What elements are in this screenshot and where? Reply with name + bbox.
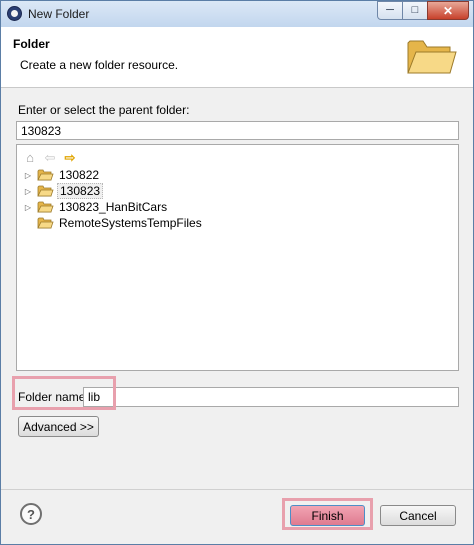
button-bar-separator <box>1 489 473 490</box>
minimize-button[interactable]: ─ <box>377 1 403 20</box>
forward-arrow-icon[interactable]: ⇨ <box>63 150 77 164</box>
maximize-button[interactable]: □ <box>402 1 428 20</box>
folder-tree[interactable]: ⌂ ⇦ ⇨ ▷ 130822 ▷ 130823 ▷ 130823_HanBitC… <box>16 144 459 371</box>
folder-icon <box>37 185 54 197</box>
new-folder-dialog: New Folder ─ □ ✕ Folder Create a new fol… <box>0 0 474 545</box>
tree-item-label: 130823 <box>57 183 104 199</box>
open-folder-icon <box>407 40 457 74</box>
tree-item-label: 130822 <box>59 168 100 182</box>
page-description: Create a new folder resource. <box>20 58 179 72</box>
help-icon[interactable]: ? <box>20 503 42 525</box>
tree-item-label: 130823_HanBitCars <box>59 200 168 214</box>
parent-folder-input[interactable] <box>16 121 459 140</box>
expand-arrow-icon[interactable]: ▷ <box>23 167 33 183</box>
folder-icon <box>37 169 54 181</box>
folder-name-label: Folder name: <box>18 390 89 404</box>
parent-folder-label: Enter or select the parent folder: <box>18 103 190 117</box>
expand-arrow-icon[interactable]: ▷ <box>23 183 33 199</box>
back-arrow-icon[interactable]: ⇦ <box>43 150 57 164</box>
wizard-header: Folder Create a new folder resource. <box>1 27 473 88</box>
cancel-button[interactable]: Cancel <box>380 505 456 526</box>
tree-item-remotesystemstempfiles[interactable]: ▷ RemoteSystemsTempFiles <box>23 215 204 231</box>
folder-icon <box>37 201 54 213</box>
title-bar: New Folder ─ □ ✕ <box>1 1 473 27</box>
tree-item-130823[interactable]: ▷ 130823 <box>23 183 104 199</box>
tree-item-label: RemoteSystemsTempFiles <box>59 216 202 230</box>
page-title: Folder <box>13 37 50 51</box>
expand-arrow-icon[interactable]: ▷ <box>23 199 33 215</box>
folder-name-input[interactable] <box>83 387 459 407</box>
close-button[interactable]: ✕ <box>427 1 469 20</box>
folder-icon <box>37 217 54 229</box>
tree-nav-toolbar: ⌂ ⇦ ⇨ <box>23 149 77 165</box>
window-title: New Folder <box>28 7 90 21</box>
eclipse-icon <box>7 6 22 21</box>
tree-item-130822[interactable]: ▷ 130822 <box>23 167 101 183</box>
finish-button[interactable]: Finish <box>290 505 365 526</box>
advanced-button[interactable]: Advanced >> <box>18 416 99 437</box>
home-icon[interactable]: ⌂ <box>23 150 37 164</box>
tree-item-130823-hanbitcars[interactable]: ▷ 130823_HanBitCars <box>23 199 169 215</box>
